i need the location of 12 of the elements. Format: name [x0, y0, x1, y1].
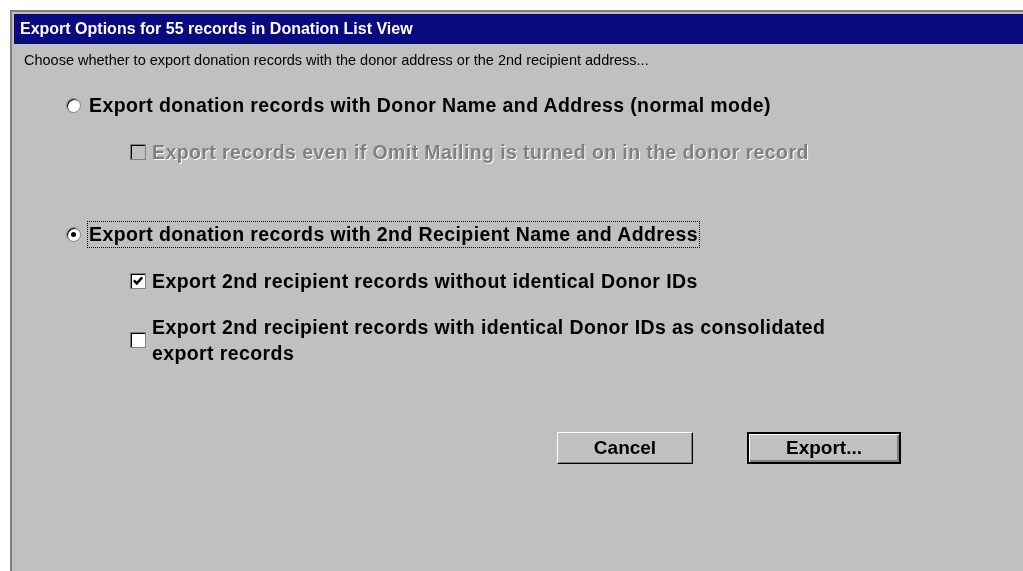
instruction-text: Choose whether to export donation records with the donor address or the 2nd recipient address... [24, 52, 650, 68]
radio-button[interactable] [66, 98, 81, 113]
window-title: Export Options for 55 records in Donation List View [14, 14, 1023, 44]
radio-label[interactable]: Export donation records with Donor Name and Address (normal mode) [87, 92, 773, 119]
dialog-button[interactable]: Export... [747, 432, 901, 464]
dialog-button[interactable]: Cancel [557, 432, 693, 464]
checkbox[interactable] [130, 273, 146, 289]
checkbox[interactable] [130, 332, 146, 348]
radio-button[interactable] [66, 227, 81, 242]
checkbox-label[interactable]: Export 2nd recipient records with identical Donor IDs as consolidated export records [152, 314, 872, 366]
radio-label[interactable]: Export donation records with 2nd Recipient Name and Address [87, 221, 701, 248]
checkbox-label[interactable]: Export 2nd recipient records without identical Donor IDs [152, 268, 698, 294]
